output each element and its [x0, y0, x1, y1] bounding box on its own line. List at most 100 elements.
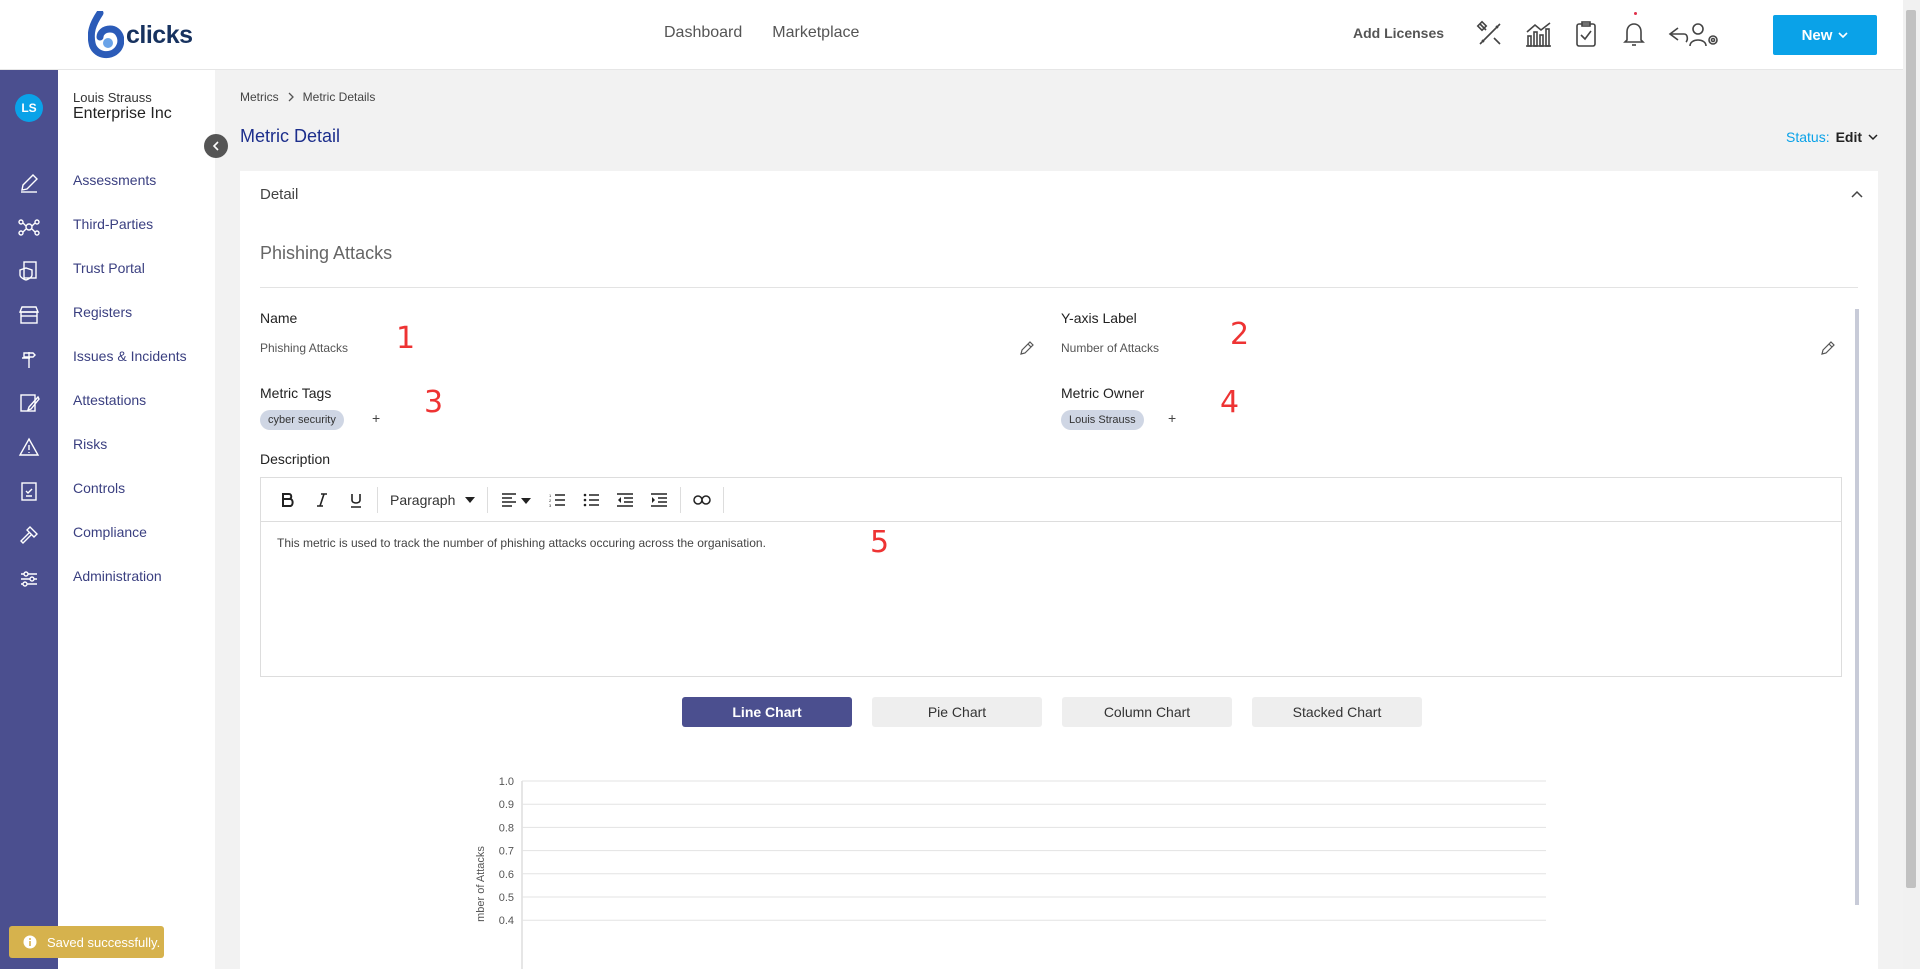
paragraph-style-select[interactable]: Paragraph [382, 492, 483, 508]
yaxis-value[interactable]: Number of Attacks [1061, 341, 1159, 355]
chevron-down-icon [1868, 134, 1878, 141]
user-settings-icon[interactable] [1666, 18, 1722, 50]
gavel-icon[interactable] [16, 522, 42, 548]
icon-rail: LS [0, 70, 58, 969]
y-tick-label: 0.7 [499, 846, 514, 858]
owner-label: Metric Owner [1061, 385, 1145, 401]
tag-chip[interactable]: cyber security [260, 410, 344, 430]
annotation-3: 3 [424, 385, 444, 420]
annotation-2: 2 [1230, 317, 1250, 352]
bold-button[interactable] [271, 485, 305, 515]
breadcrumb-metrics[interactable]: Metrics [240, 90, 279, 104]
underline-button[interactable] [339, 485, 373, 515]
top-nav: Dashboard Marketplace [664, 24, 859, 42]
link-button[interactable] [685, 485, 719, 515]
tasks-icon[interactable] [1570, 18, 1602, 50]
sign-icon[interactable] [16, 390, 42, 416]
sidebar-item-trust-portal[interactable]: Trust Portal [73, 260, 145, 276]
indent-icon [651, 492, 668, 507]
design-tools-icon[interactable] [1474, 18, 1506, 50]
italic-icon [317, 492, 327, 507]
indent-button[interactable] [642, 485, 676, 515]
add-licenses-link[interactable]: Add Licenses [1353, 25, 1444, 41]
chevron-right-icon [288, 92, 294, 102]
sidebar-item-controls[interactable]: Controls [73, 480, 125, 496]
warning-icon[interactable] [16, 434, 42, 460]
toolbar-separator [487, 486, 489, 513]
logo[interactable]: clicks [88, 10, 193, 60]
inner-scrollbar[interactable] [1855, 309, 1859, 905]
document-shield-icon[interactable] [16, 258, 42, 284]
sidebar-item-registers[interactable]: Registers [73, 304, 132, 320]
detail-card: Detail Phishing Attacks Name Phishing At… [240, 171, 1878, 969]
pencil-icon[interactable] [1020, 341, 1034, 355]
tab-line-chart[interactable]: Line Chart [682, 697, 852, 727]
sliders-icon[interactable] [16, 566, 42, 592]
link-icon [693, 494, 712, 505]
sidebar-item-assessments[interactable]: Assessments [73, 172, 156, 188]
store-icon[interactable] [16, 302, 42, 328]
tab-column-chart[interactable]: Column Chart [1062, 697, 1232, 727]
top-header: clicks Dashboard Marketplace Add License… [0, 0, 1903, 70]
italic-button[interactable] [305, 485, 339, 515]
nav-dashboard[interactable]: Dashboard [664, 24, 742, 42]
sidebar-item-risks[interactable]: Risks [73, 436, 107, 452]
caret-down-icon [465, 496, 476, 503]
yaxis-label: Y-axis Label [1061, 310, 1137, 326]
sidebar-item-administration[interactable]: Administration [73, 568, 162, 584]
new-button[interactable]: New [1773, 15, 1877, 55]
name-value[interactable]: Phishing Attacks [260, 341, 348, 355]
notification-bell-icon[interactable] [1618, 12, 1650, 50]
underline-icon [351, 493, 361, 508]
description-label: Description [260, 451, 331, 467]
add-tag-button[interactable]: + [372, 410, 380, 426]
ordered-list-button[interactable]: 123 [540, 485, 574, 515]
sidebar-item-issues-incidents[interactable]: Issues & Incidents [73, 348, 187, 364]
sidebar-item-third-parties[interactable]: Third-Parties [73, 216, 153, 232]
signpost-icon[interactable] [16, 346, 42, 372]
chevron-down-icon [1838, 32, 1848, 39]
bullet-list-icon [584, 493, 600, 506]
status-selector[interactable]: Status: Edit [1786, 129, 1878, 145]
name-label: Name [260, 310, 298, 326]
clipboard-check-icon[interactable] [16, 478, 42, 504]
svg-text:3: 3 [549, 503, 552, 507]
new-button-label: New [1801, 26, 1833, 44]
nav-marketplace[interactable]: Marketplace [772, 24, 859, 42]
sidebar-user[interactable]: Louis Strauss Enterprise Inc [73, 90, 172, 123]
sidebar-item-attestations[interactable]: Attestations [73, 392, 146, 408]
network-icon[interactable] [16, 214, 42, 240]
org-name: Enterprise Inc [73, 105, 172, 122]
y-tick-label: 0.6 [499, 869, 514, 881]
logo-text: clicks [126, 20, 193, 49]
tab-stacked-chart[interactable]: Stacked Chart [1252, 697, 1422, 727]
info-icon [23, 935, 37, 949]
edit-icon[interactable] [16, 170, 42, 196]
section-title: Detail [260, 186, 299, 203]
sidebar-item-compliance[interactable]: Compliance [73, 524, 147, 540]
toolbar-separator [723, 486, 725, 513]
analytics-icon[interactable] [1522, 18, 1554, 50]
toast-message: Saved successfully. [47, 934, 161, 950]
add-owner-button[interactable]: + [1168, 410, 1176, 426]
tab-pie-chart[interactable]: Pie Chart [872, 697, 1042, 727]
toast-notification[interactable]: Saved successfully. [9, 926, 164, 958]
chevron-up-icon[interactable] [1850, 189, 1864, 199]
bullet-list-button[interactable] [574, 485, 608, 515]
y-tick-label: 0.9 [499, 799, 514, 811]
sidebar-collapse-button[interactable] [204, 134, 228, 158]
description-text[interactable]: This metric is used to track the number … [261, 522, 1841, 564]
pencil-icon[interactable] [1821, 341, 1835, 355]
annotation-4: 4 [1220, 385, 1240, 420]
description-editor: Paragraph 123 This metric is used to tra… [260, 477, 1842, 677]
avatar[interactable]: LS [15, 94, 43, 122]
y-axis-label: mber of Attacks [475, 846, 487, 922]
outdent-button[interactable] [608, 485, 642, 515]
y-tick-label: 0.8 [499, 822, 514, 834]
owner-chip[interactable]: Louis Strauss [1061, 410, 1144, 430]
align-select[interactable] [492, 485, 540, 515]
page-scrollbar-thumb[interactable] [1906, 10, 1916, 888]
chart-type-tabs: Line Chart Pie Chart Column Chart Stacke… [682, 697, 1422, 727]
logo-icon [88, 11, 124, 59]
status-label: Status: [1786, 129, 1830, 145]
